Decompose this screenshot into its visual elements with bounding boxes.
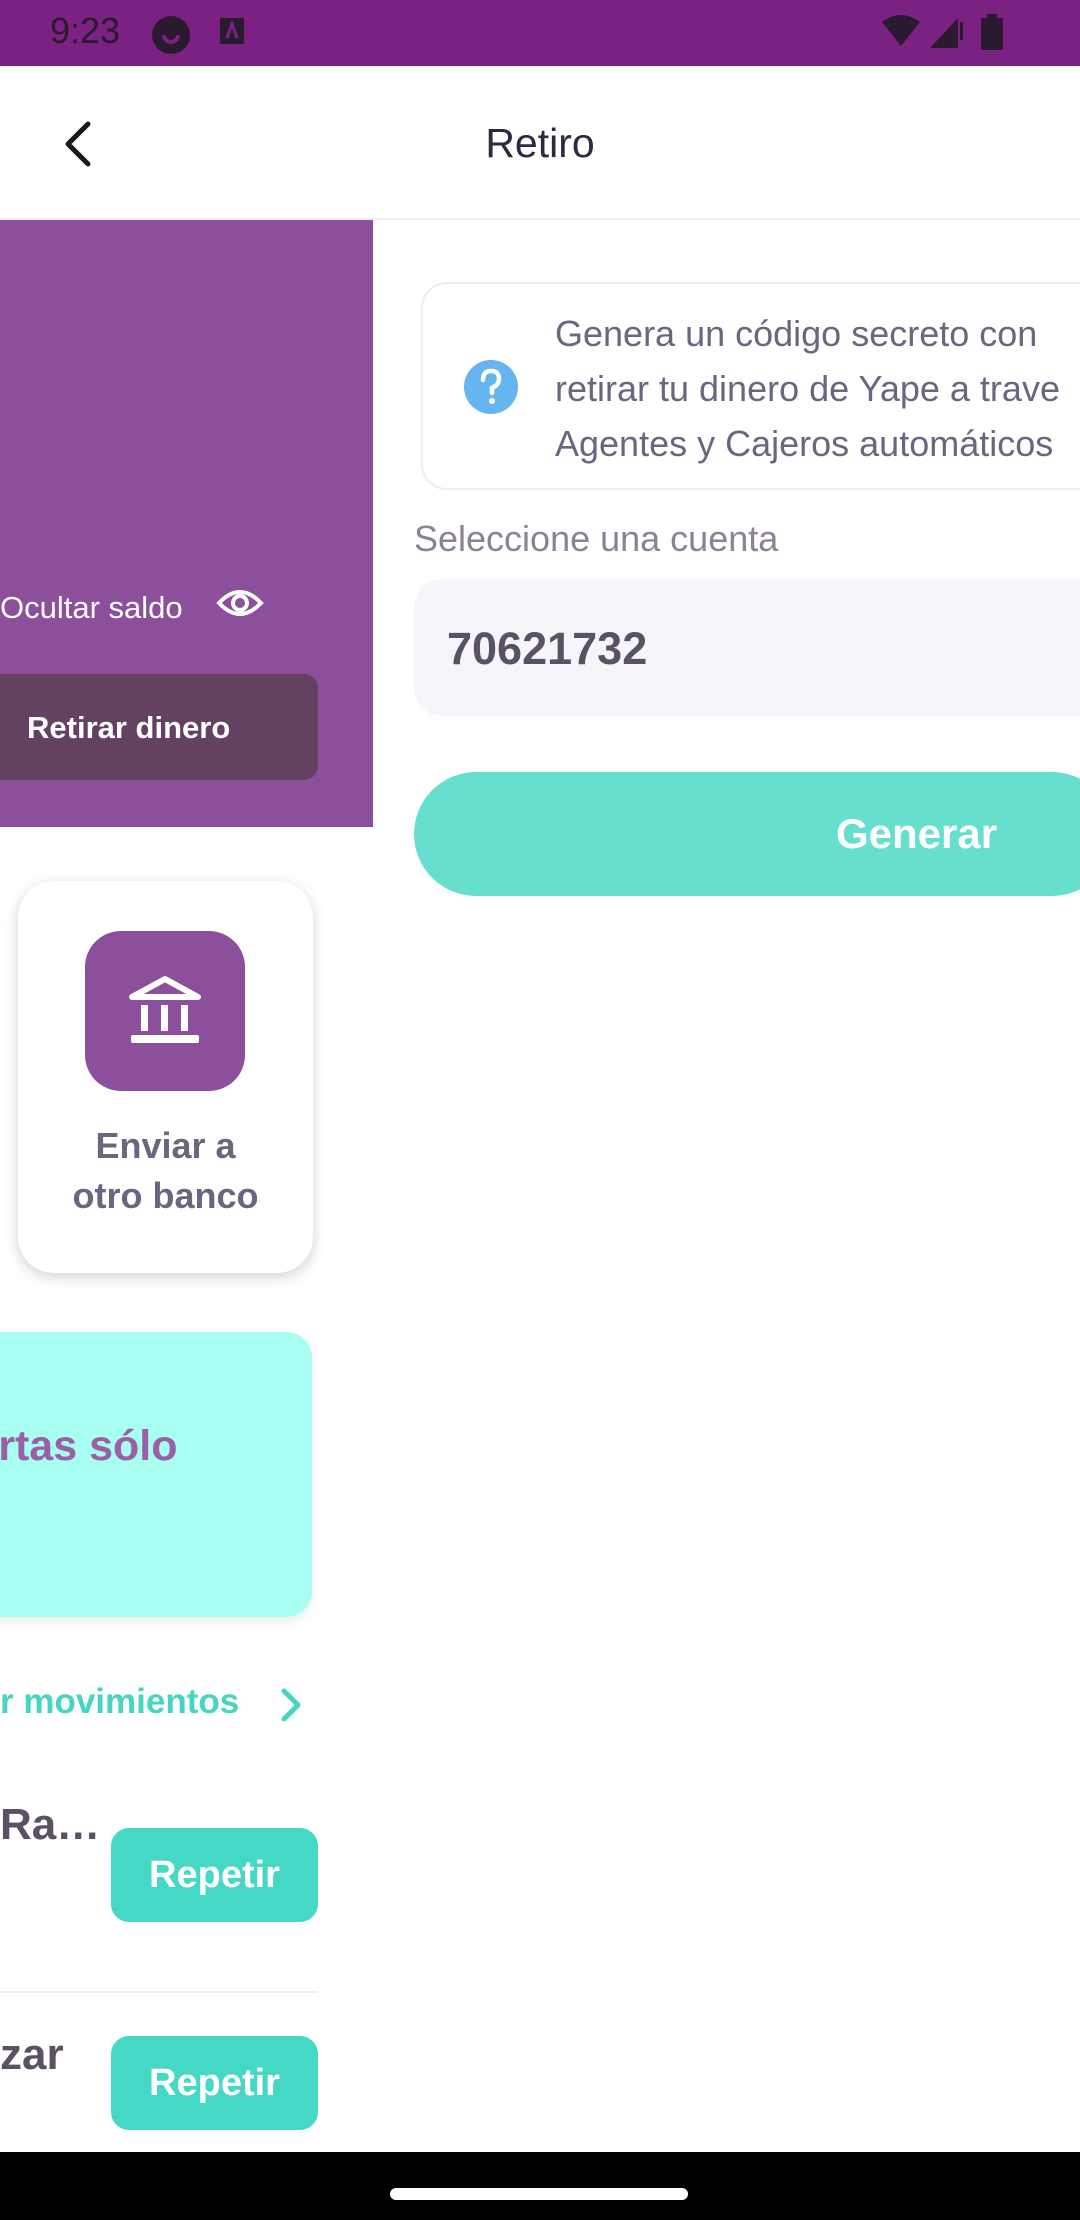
row-divider — [0, 1991, 318, 1993]
bank-icon-box — [85, 931, 245, 1091]
battery-icon — [981, 14, 1003, 50]
view-movements-link[interactable]: r movimientos — [0, 1682, 239, 1722]
account-select-label: Seleccione una cuenta — [414, 518, 779, 559]
app-notification-icon — [152, 16, 190, 54]
home-indicator[interactable] — [390, 2188, 688, 2200]
balance-panel: Ocultar saldo Retirar dinero — [0, 220, 373, 827]
signal-icon — [930, 18, 963, 48]
movement-row-name: Ra… — [0, 1800, 101, 1849]
hide-balance-label[interactable]: Ocultar saldo — [0, 590, 183, 626]
withdraw-money-button[interactable]: Retirar dinero — [0, 674, 318, 780]
send-to-other-bank-card[interactable]: Enviar a otro banco — [18, 881, 313, 1273]
status-bar: 9:23 — [0, 0, 1080, 66]
repeat-button[interactable]: Repetir — [111, 2036, 318, 2130]
generate-button[interactable]: Generar — [414, 772, 1080, 896]
navigation-bar — [0, 2152, 1080, 2220]
generate-button-label: Generar — [836, 810, 998, 857]
repeat-button[interactable]: Repetir — [111, 1828, 318, 1922]
withdraw-money-label: Retirar dinero — [27, 710, 231, 745]
page-title: Retiro — [485, 120, 595, 166]
title-bar: Retiro — [0, 66, 1080, 220]
eye-icon[interactable] — [216, 585, 264, 621]
movement-row-name: zar — [0, 2030, 64, 2079]
status-time: 9:23 — [50, 10, 121, 51]
bank-label-line-2: otro banco — [72, 1175, 259, 1216]
bank-label-line-1: Enviar a — [95, 1125, 236, 1166]
account-value: 70621732 — [447, 623, 648, 674]
wifi-icon — [882, 15, 920, 46]
account-select[interactable]: 70621732 — [414, 579, 1080, 716]
info-card: Genera un código secreto con retirar tu … — [421, 282, 1080, 490]
help-icon — [464, 360, 518, 414]
chevron-right-icon[interactable] — [276, 1685, 306, 1725]
promo-banner[interactable]: fertas sólo — [0, 1332, 312, 1617]
bank-icon — [129, 976, 201, 1043]
info-text: Genera un código secreto con retirar tu … — [555, 313, 1060, 464]
repeat-button-label: Repetir — [149, 1854, 280, 1896]
app-notification-icon — [220, 18, 244, 44]
promo-text: fertas sólo — [0, 1422, 178, 1470]
repeat-button-label: Repetir — [149, 2062, 280, 2104]
send-to-other-bank-label: Enviar a otro banco — [18, 1121, 313, 1221]
